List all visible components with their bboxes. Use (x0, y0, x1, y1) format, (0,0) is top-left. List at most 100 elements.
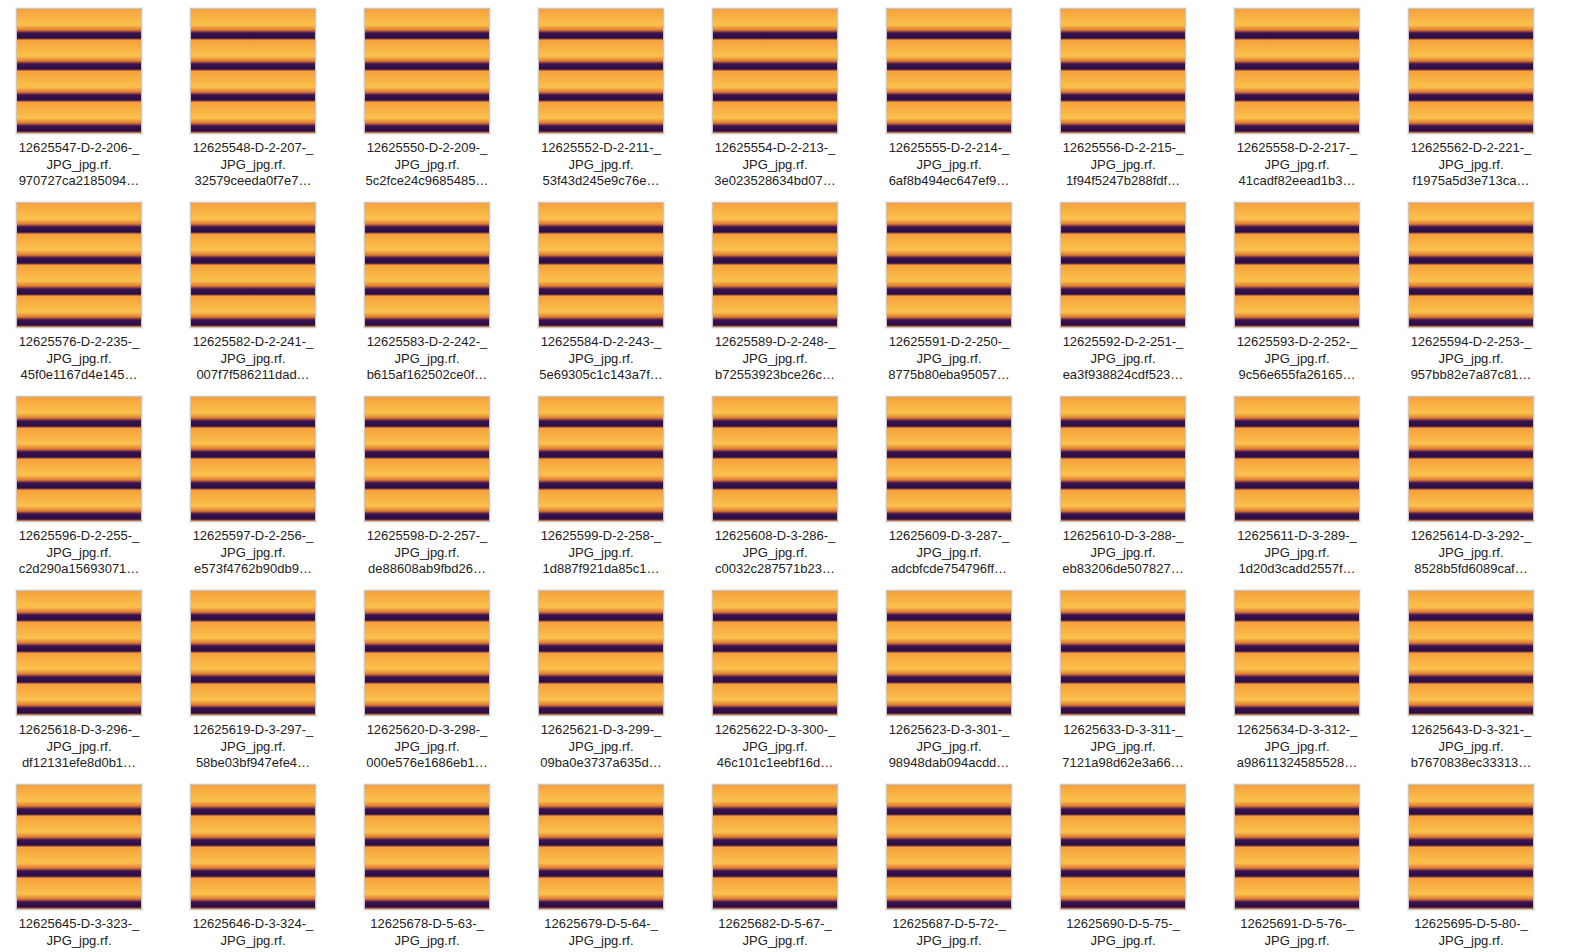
thumbnail[interactable] (886, 784, 1012, 910)
file-item[interactable]: 12625620-D-3-298-_JPG_jpg.rf.000e576e168… (348, 590, 506, 775)
file-item[interactable]: 12625611-D-3-289-_JPG_jpg.rf.1d20d3cadd2… (1218, 396, 1376, 581)
thumbnail[interactable] (1408, 396, 1534, 522)
file-name: 12625619-D-3-297-_JPG_jpg.rf.58be03bf947… (174, 722, 332, 772)
thumbnail[interactable] (16, 396, 142, 522)
file-view: 12625547-D-2-206-_JPG_jpg.rf.970727ca218… (0, 0, 1572, 952)
thumbnail[interactable] (364, 396, 490, 522)
file-item[interactable]: 12625610-D-3-288-_JPG_jpg.rf.eb83206de50… (1044, 396, 1202, 581)
file-item[interactable]: 12625584-D-2-243-_JPG_jpg.rf.5e69305c1c1… (522, 202, 680, 387)
file-name: 12625609-D-3-287-_JPG_jpg.rf.adcbfcde754… (870, 528, 1028, 578)
file-item[interactable]: 12625645-D-3-323-_JPG_jpg.rf. (0, 784, 158, 952)
file-name: 12625690-D-5-75-_JPG_jpg.rf. (1044, 916, 1202, 949)
thumbnail[interactable] (538, 8, 664, 134)
file-item[interactable]: 12625554-D-2-213-_JPG_jpg.rf.3e023528634… (696, 8, 854, 193)
file-item[interactable]: 12625646-D-3-324-_JPG_jpg.rf. (174, 784, 332, 952)
file-item[interactable]: 12625679-D-5-64-_JPG_jpg.rf. (522, 784, 680, 952)
file-item[interactable]: 12625556-D-2-215-_JPG_jpg.rf.1f94f5247b2… (1044, 8, 1202, 193)
thumbnail[interactable] (1408, 202, 1534, 328)
thumbnail[interactable] (364, 784, 490, 910)
file-name: 12625691-D-5-76-_JPG_jpg.rf. (1218, 916, 1376, 949)
thumbnail[interactable] (1060, 784, 1186, 910)
thumbnail[interactable] (16, 202, 142, 328)
thumbnail[interactable] (1234, 590, 1360, 716)
file-item[interactable]: 12625582-D-2-241-_JPG_jpg.rf.007f7f58621… (174, 202, 332, 387)
thumbnail[interactable] (190, 590, 316, 716)
file-item[interactable]: 12625633-D-3-311-_JPG_jpg.rf.7121a98d62e… (1044, 590, 1202, 775)
thumbnail[interactable] (190, 8, 316, 134)
file-item[interactable]: 12625618-D-3-296-_JPG_jpg.rf.df12131efe8… (0, 590, 158, 775)
file-item[interactable]: 12625597-D-2-256-_JPG_jpg.rf.e573f4762b9… (174, 396, 332, 581)
thumbnail[interactable] (1234, 202, 1360, 328)
thumbnail[interactable] (538, 590, 664, 716)
file-item[interactable]: 12625592-D-2-251-_JPG_jpg.rf.ea3f938824c… (1044, 202, 1202, 387)
file-item[interactable]: 12625548-D-2-207-_JPG_jpg.rf.32579ceeda0… (174, 8, 332, 193)
file-item[interactable]: 12625621-D-3-299-_JPG_jpg.rf.09ba0e3737a… (522, 590, 680, 775)
file-item[interactable]: 12625623-D-3-301-_JPG_jpg.rf.98948dab094… (870, 590, 1028, 775)
file-item[interactable]: 12625598-D-2-257-_JPG_jpg.rf.de88608ab9f… (348, 396, 506, 581)
file-item[interactable]: 12625634-D-3-312-_JPG_jpg.rf.a9861132458… (1218, 590, 1376, 775)
thumbnail[interactable] (1060, 202, 1186, 328)
file-item[interactable]: 12625558-D-2-217-_JPG_jpg.rf.41cadf82eea… (1218, 8, 1376, 193)
thumbnail[interactable] (538, 784, 664, 910)
file-item[interactable]: 12625678-D-5-63-_JPG_jpg.rf. (348, 784, 506, 952)
thumbnail[interactable] (1408, 784, 1534, 910)
thumbnail[interactable] (1234, 396, 1360, 522)
thumbnail[interactable] (16, 590, 142, 716)
file-item[interactable]: 12625619-D-3-297-_JPG_jpg.rf.58be03bf947… (174, 590, 332, 775)
thumbnail[interactable] (1408, 8, 1534, 134)
thumbnail[interactable] (538, 202, 664, 328)
thumbnail[interactable] (886, 8, 1012, 134)
thumbnail[interactable] (1060, 396, 1186, 522)
thumbnail[interactable] (886, 590, 1012, 716)
file-item[interactable]: 12625609-D-3-287-_JPG_jpg.rf.adcbfcde754… (870, 396, 1028, 581)
file-name: 12625562-D-2-221-_JPG_jpg.rf.f1975a5d3e7… (1392, 140, 1550, 190)
file-item[interactable]: 12625583-D-2-242-_JPG_jpg.rf.b615af16250… (348, 202, 506, 387)
thumbnail[interactable] (1234, 8, 1360, 134)
thumbnail[interactable] (1060, 8, 1186, 134)
thumbnail[interactable] (1408, 590, 1534, 716)
thumbnail[interactable] (16, 8, 142, 134)
file-name: 12625618-D-3-296-_JPG_jpg.rf.df12131efe8… (0, 722, 158, 772)
thumbnail[interactable] (886, 396, 1012, 522)
file-item[interactable]: 12625695-D-5-80-_JPG_jpg.rf. (1392, 784, 1550, 952)
thumbnail[interactable] (712, 784, 838, 910)
thumbnail[interactable] (1060, 590, 1186, 716)
file-item[interactable]: 12625614-D-3-292-_JPG_jpg.rf.8528b5fd608… (1392, 396, 1550, 581)
thumbnail[interactable] (364, 202, 490, 328)
file-name: 12625592-D-2-251-_JPG_jpg.rf.ea3f938824c… (1044, 334, 1202, 384)
thumbnail[interactable] (712, 202, 838, 328)
file-item[interactable]: 12625682-D-5-67-_JPG_jpg.rf. (696, 784, 854, 952)
thumbnail[interactable] (364, 590, 490, 716)
thumbnail[interactable] (190, 202, 316, 328)
thumbnail[interactable] (1234, 784, 1360, 910)
file-item[interactable]: 12625562-D-2-221-_JPG_jpg.rf.f1975a5d3e7… (1392, 8, 1550, 193)
file-item[interactable]: 12625596-D-2-255-_JPG_jpg.rf.c2d290a1569… (0, 396, 158, 581)
thumbnail[interactable] (16, 784, 142, 910)
file-item[interactable]: 12625608-D-3-286-_JPG_jpg.rf.c0032c28757… (696, 396, 854, 581)
thumbnail[interactable] (886, 202, 1012, 328)
file-item[interactable]: 12625690-D-5-75-_JPG_jpg.rf. (1044, 784, 1202, 952)
file-item[interactable]: 12625552-D-2-211-_JPG_jpg.rf.53f43d245e9… (522, 8, 680, 193)
file-item[interactable]: 12625599-D-2-258-_JPG_jpg.rf.1d887f921da… (522, 396, 680, 581)
thumbnail[interactable] (190, 396, 316, 522)
thumbnail[interactable] (364, 8, 490, 134)
file-item[interactable]: 12625594-D-2-253-_JPG_jpg.rf.957bb82e7a8… (1392, 202, 1550, 387)
file-item[interactable]: 12625622-D-3-300-_JPG_jpg.rf.46c101c1eeb… (696, 590, 854, 775)
file-item[interactable]: 12625687-D-5-72-_JPG_jpg.rf. (870, 784, 1028, 952)
file-item[interactable]: 12625643-D-3-321-_JPG_jpg.rf.b7670838ec3… (1392, 590, 1550, 775)
file-name: 12625576-D-2-235-_JPG_jpg.rf.45f0e1167d4… (0, 334, 158, 384)
file-item[interactable]: 12625593-D-2-252-_JPG_jpg.rf.9c56e655fa2… (1218, 202, 1376, 387)
thumbnail[interactable] (538, 396, 664, 522)
file-item[interactable]: 12625550-D-2-209-_JPG_jpg.rf.5c2fce24c96… (348, 8, 506, 193)
file-item[interactable]: 12625547-D-2-206-_JPG_jpg.rf.970727ca218… (0, 8, 158, 193)
file-item[interactable]: 12625591-D-2-250-_JPG_jpg.rf.8775b80eba9… (870, 202, 1028, 387)
file-name: 12625598-D-2-257-_JPG_jpg.rf.de88608ab9f… (348, 528, 506, 578)
file-item[interactable]: 12625589-D-2-248-_JPG_jpg.rf.b72553923bc… (696, 202, 854, 387)
thumbnail[interactable] (712, 590, 838, 716)
file-item[interactable]: 12625555-D-2-214-_JPG_jpg.rf.6af8b494ec6… (870, 8, 1028, 193)
file-item[interactable]: 12625691-D-5-76-_JPG_jpg.rf. (1218, 784, 1376, 952)
thumbnail[interactable] (190, 784, 316, 910)
thumbnail[interactable] (712, 396, 838, 522)
thumbnail[interactable] (712, 8, 838, 134)
file-item[interactable]: 12625576-D-2-235-_JPG_jpg.rf.45f0e1167d4… (0, 202, 158, 387)
